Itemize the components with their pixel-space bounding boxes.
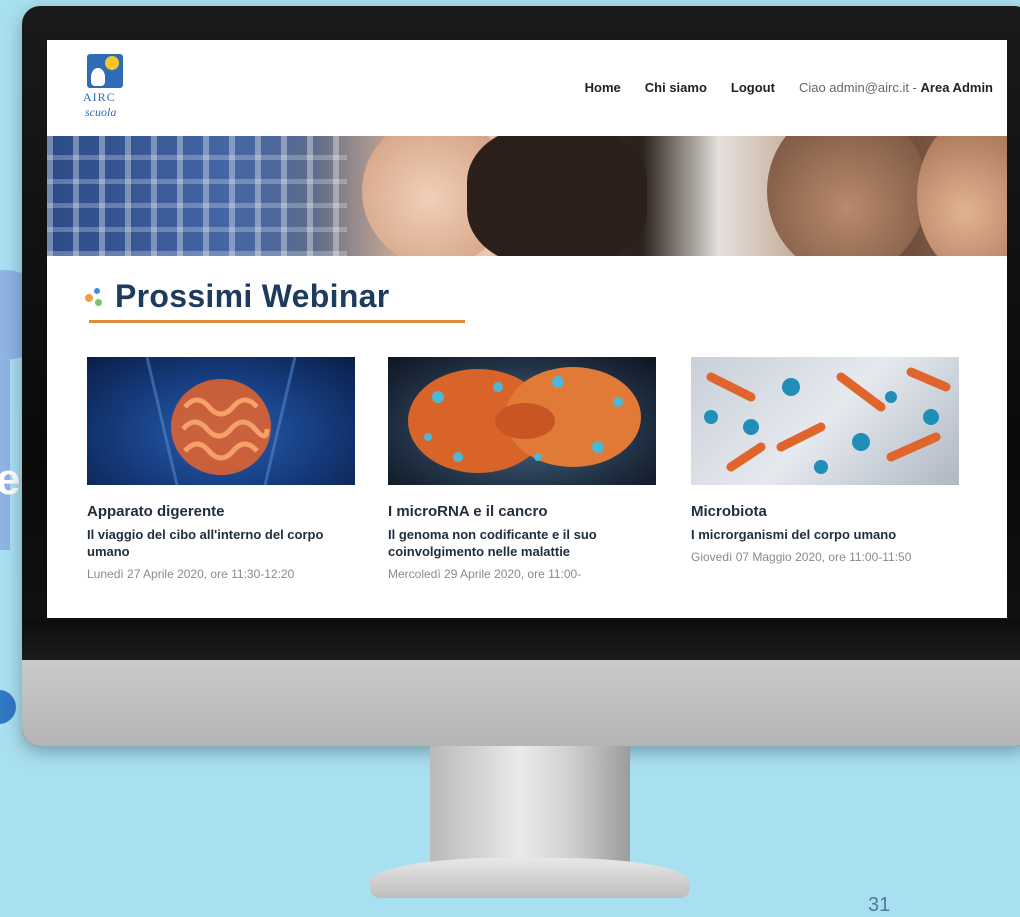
user-greeting: Ciao admin@airc.it - Area Admin <box>799 80 993 95</box>
section-title-underline <box>89 320 465 323</box>
hero-person-3 <box>917 136 1007 256</box>
monitor-stand-base <box>370 858 690 898</box>
logo-subtext: scuola <box>85 105 117 119</box>
webinar-title[interactable]: Microbiota <box>691 503 959 520</box>
section-title: Prossimi Webinar <box>115 278 390 314</box>
webinar-date: Lunedì 27 Aprile 2020, ore 11:30-12:20 <box>87 567 295 581</box>
hero-person-2 <box>767 136 927 256</box>
webinar-subtitle: Il viaggio del cibo all'interno del corp… <box>87 527 324 559</box>
webinar-card[interactable]: Apparato digerente Il viaggio del cibo a… <box>87 357 355 582</box>
site-header: AIRC scuola Home Chi siamo Logout Ciao a… <box>47 40 1007 136</box>
hero-person-hair <box>467 136 647 256</box>
bacteria-illustration <box>704 367 951 474</box>
webinar-thumbnail-microrna[interactable] <box>388 357 656 485</box>
screen: AIRC scuola Home Chi siamo Logout Ciao a… <box>47 40 1007 618</box>
decorative-dot <box>0 690 16 724</box>
webinar-date: Mercoledì 29 Aprile 2020, ore 11:00- <box>388 567 582 581</box>
nav-area-admin[interactable]: Area Admin <box>921 80 993 95</box>
webinar-subtitle: I microrganismi del corpo umano <box>691 527 897 542</box>
greeting-text: Ciao admin@airc.it - <box>798 80 921 95</box>
cancer-cell-illustration <box>408 367 641 473</box>
airc-scuola-logo[interactable]: AIRC scuola <box>83 54 127 124</box>
monitor-bezel-bottom <box>22 620 1020 660</box>
hero-plaid-shirt <box>47 136 347 256</box>
nav-home[interactable]: Home <box>585 80 621 95</box>
webinar-card[interactable]: I microRNA e il cancro Il genoma non cod… <box>388 357 656 582</box>
decorative-letter: e <box>0 455 21 504</box>
hero-banner-image <box>47 136 1007 256</box>
webinar-thumbnail-microbiota[interactable] <box>691 357 959 485</box>
webinar-title[interactable]: Apparato digerente <box>87 503 355 520</box>
webinar-card[interactable]: Microbiota I microrganismi del corpo uma… <box>691 357 959 565</box>
logo-text: AIRC <box>83 90 116 104</box>
section-heading: Prossimi Webinar <box>83 278 390 315</box>
main-nav: Home Chi siamo Logout Ciao admin@airc.it… <box>585 80 993 95</box>
monitor-stand <box>430 746 630 864</box>
nav-logout[interactable]: Logout <box>731 80 775 95</box>
intestine-illustration <box>145 357 297 485</box>
webinar-date: Giovedì 07 Maggio 2020, ore 11:00-11:50 <box>691 550 912 564</box>
webinar-thumbnail-digestive[interactable] <box>87 357 355 485</box>
logo-figure-icon <box>91 68 105 86</box>
logo-sun-icon <box>105 56 119 70</box>
nav-chi-siamo[interactable]: Chi siamo <box>645 80 707 95</box>
sparkle-icon <box>83 286 105 308</box>
webinar-title[interactable]: I microRNA e il cancro <box>388 503 656 520</box>
webinar-subtitle: Il genoma non codificante e il suo coinv… <box>388 527 597 559</box>
